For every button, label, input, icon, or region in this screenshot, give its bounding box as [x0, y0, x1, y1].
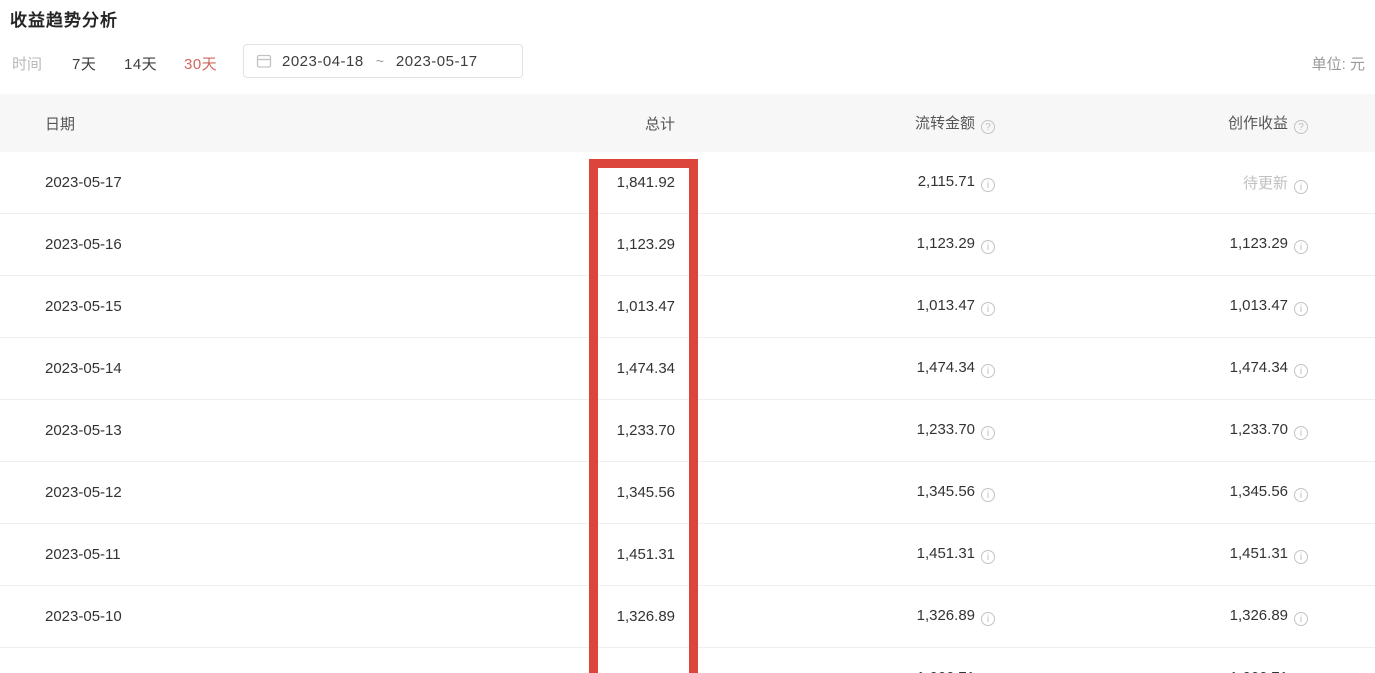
table-row: 2023-05-171,841.922,115.71i待更新i: [0, 152, 1375, 214]
info-icon[interactable]: i: [981, 426, 995, 440]
info-icon[interactable]: i: [981, 364, 995, 378]
info-icon[interactable]: i: [1294, 612, 1308, 626]
revenue-table: 日期 总计 流转金额? 创作收益? 2023-05-171,841.922,11…: [0, 94, 1375, 673]
date-range-end: 2023-05-17: [396, 53, 478, 70]
column-header-transfer-amount: 流转金额?: [675, 112, 995, 134]
revenue-trend-page: 收益趋势分析 时间 7天 14天 30天 2023-04-18 ~ 2023-0…: [0, 0, 1375, 673]
table-row: 2023-05-131,233.701,233.70i1,233.70i: [0, 400, 1375, 462]
total-cell: 1,451.31: [555, 546, 675, 563]
date-cell: 2023-05-11: [0, 546, 555, 563]
info-icon[interactable]: i: [1294, 550, 1308, 564]
transfer-amount-cell: 1,326.89i: [675, 607, 995, 626]
date-cell: 2023-05-17: [0, 174, 555, 191]
tab-14-days[interactable]: 14天: [124, 53, 157, 74]
creation-revenue-cell: 1,326.89i: [995, 607, 1308, 626]
table-row: 2023-05-121,345.561,345.56i1,345.56i: [0, 462, 1375, 524]
date-cell: 2023-05-15: [0, 298, 555, 315]
info-icon[interactable]: i: [981, 550, 995, 564]
table-row: 2023-05-141,474.341,474.34i1,474.34i: [0, 338, 1375, 400]
table-row: 2023-05-101,326.891,326.89i1,326.89i: [0, 586, 1375, 648]
transfer-amount-cell: 1,345.56i: [675, 483, 995, 502]
page-title: 收益趋势分析: [10, 6, 118, 31]
info-icon[interactable]: i: [1294, 364, 1308, 378]
date-range-picker[interactable]: 2023-04-18 ~ 2023-05-17: [243, 44, 523, 78]
date-cell: 2023-05-13: [0, 422, 555, 439]
info-icon[interactable]: i: [981, 612, 995, 626]
column-header-creation-revenue: 创作收益?: [995, 112, 1308, 134]
date-cell: 2023-05-12: [0, 484, 555, 501]
transfer-amount-cell: 1,474.34i: [675, 359, 995, 378]
creation-revenue-cell: 1,233.70i: [995, 421, 1308, 440]
creation-revenue-cell: 1,123.29i: [995, 235, 1308, 254]
table-row: 2023-05-091,666.711,666.71i1,666.71i: [0, 648, 1375, 673]
date-cell: 2023-05-10: [0, 608, 555, 625]
total-cell: 1,123.29: [555, 236, 675, 253]
column-header-date: 日期: [0, 113, 555, 134]
date-cell: 2023-05-14: [0, 360, 555, 377]
info-icon[interactable]: i: [1294, 488, 1308, 502]
info-icon[interactable]: i: [981, 240, 995, 254]
creation-revenue-cell: 待更新i: [995, 172, 1308, 194]
creation-revenue-cell: 1,013.47i: [995, 297, 1308, 316]
info-icon[interactable]: i: [981, 178, 995, 192]
creation-revenue-cell: 1,345.56i: [995, 483, 1308, 502]
transfer-amount-cell: 1,013.47i: [675, 297, 995, 316]
info-icon[interactable]: i: [981, 488, 995, 502]
calendar-icon: [256, 53, 272, 69]
info-icon[interactable]: i: [1294, 302, 1308, 316]
creation-revenue-cell: 1,666.71i: [995, 669, 1308, 673]
help-icon[interactable]: ?: [981, 120, 995, 134]
help-icon[interactable]: ?: [1294, 120, 1308, 134]
transfer-amount-cell: 1,123.29i: [675, 235, 995, 254]
tab-30-days[interactable]: 30天: [184, 53, 217, 74]
total-cell: 1,233.70: [555, 422, 675, 439]
column-header-total: 总计: [555, 113, 675, 134]
unit-label: 单位: 元: [1312, 53, 1365, 74]
date-cell: 2023-05-16: [0, 236, 555, 253]
total-cell: 1,326.89: [555, 608, 675, 625]
info-icon[interactable]: i: [981, 302, 995, 316]
total-cell: 1,345.56: [555, 484, 675, 501]
table-header: 日期 总计 流转金额? 创作收益?: [0, 94, 1375, 152]
date-range-start: 2023-04-18: [282, 53, 364, 70]
info-icon[interactable]: i: [1294, 426, 1308, 440]
transfer-amount-cell: 1,451.31i: [675, 545, 995, 564]
total-cell: 1,013.47: [555, 298, 675, 315]
table-row: 2023-05-161,123.291,123.29i1,123.29i: [0, 214, 1375, 276]
creation-revenue-cell: 1,451.31i: [995, 545, 1308, 564]
total-cell: 1,841.92: [555, 174, 675, 191]
total-cell: 1,474.34: [555, 360, 675, 377]
table-row: 2023-05-111,451.311,451.31i1,451.31i: [0, 524, 1375, 586]
table-row: 2023-05-151,013.471,013.47i1,013.47i: [0, 276, 1375, 338]
filter-bar: 时间 7天 14天 30天 2023-04-18 ~ 2023-05-17 单位…: [0, 44, 1375, 80]
transfer-amount-cell: 1,233.70i: [675, 421, 995, 440]
transfer-amount-cell: 1,666.71i: [675, 669, 995, 673]
creation-revenue-cell: 1,474.34i: [995, 359, 1308, 378]
time-filter-label: 时间: [12, 53, 42, 74]
transfer-amount-cell: 2,115.71i: [675, 173, 995, 192]
table-body: 2023-05-171,841.922,115.71i待更新i2023-05-1…: [0, 152, 1375, 673]
info-icon[interactable]: i: [1294, 240, 1308, 254]
tab-7-days[interactable]: 7天: [72, 53, 96, 74]
date-range-separator: ~: [376, 53, 384, 69]
info-icon[interactable]: i: [1294, 180, 1308, 194]
